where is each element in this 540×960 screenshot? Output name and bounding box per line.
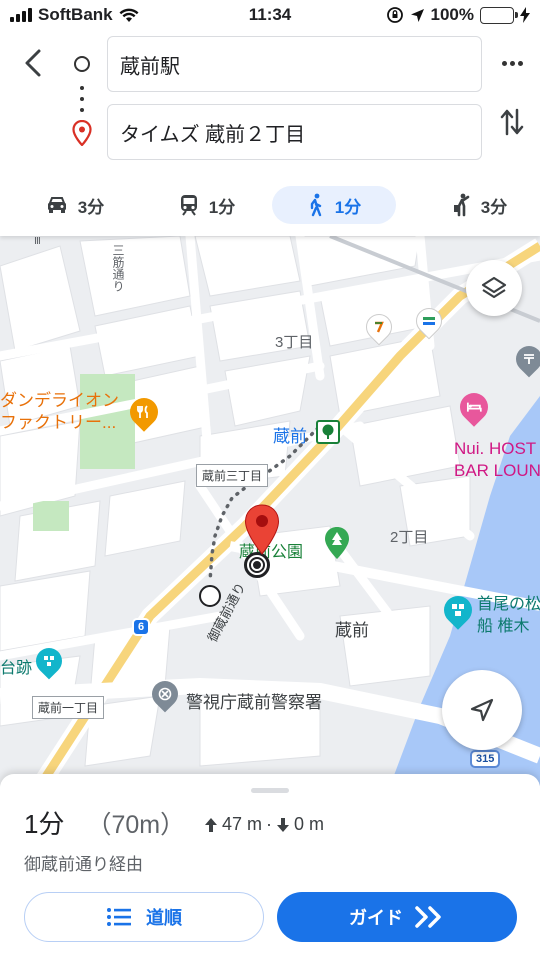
my-location-button[interactable] <box>442 670 522 750</box>
route-distance: （70m） <box>86 811 186 839</box>
bed-icon <box>466 403 482 412</box>
guide-button-label: ガイド <box>349 908 403 928</box>
attraction-icon <box>452 604 464 616</box>
travel-modes: 3分 1分 1分 3分 <box>0 182 540 228</box>
swap-button[interactable] <box>494 102 530 142</box>
mode-walk[interactable]: 1分 <box>272 186 396 224</box>
battery-percent: 100% <box>430 5 474 24</box>
seven-eleven-icon <box>373 321 385 333</box>
route-315-shield: 315 <box>470 750 501 768</box>
mode-walk-label: 1分 <box>334 197 362 217</box>
orientation-lock-icon <box>386 7 403 23</box>
label-dandelion: ダンデライオン ファクトリー... <box>0 390 119 434</box>
label-kuramae-sanchome: 蔵前三丁目 <box>196 464 269 487</box>
guide-button[interactable]: ガイド <box>277 892 517 942</box>
route-summary-sheet[interactable]: 1分 （70m） 47 m · 0 m 御蔵前通り経由 道順 ガイド <box>0 774 540 960</box>
layers-button[interactable] <box>466 260 522 316</box>
steps-button[interactable]: 道順 <box>24 892 264 942</box>
label-nui-hostel: Nui. HOST BAR LOUN <box>454 438 540 482</box>
layers-icon <box>481 276 507 299</box>
elevation-up: 47 m <box>222 814 263 834</box>
mode-transit[interactable]: 1分 <box>152 186 262 224</box>
back-button[interactable] <box>16 46 50 80</box>
location-arrow-icon <box>410 8 424 22</box>
route-summary: 1分 （70m） <box>24 804 185 841</box>
post-office-icon <box>524 354 534 364</box>
origin-input[interactable]: 蔵前駅 <box>107 36 482 92</box>
label-2chome: 2丁目 <box>390 529 429 546</box>
origin-dot-icon <box>74 56 90 72</box>
landmark-icon <box>44 656 54 666</box>
status-bar: SoftBank 11:34 100% <box>0 0 540 30</box>
elevation-separator: · <box>266 814 273 834</box>
label-ruins: 台跡 <box>0 660 33 677</box>
route-dots-icon <box>80 86 84 112</box>
charging-icon <box>520 7 530 23</box>
route-duration: 1分 <box>24 809 65 839</box>
elevation-info: 47 m · 0 m <box>204 814 324 835</box>
arrow-up-icon <box>205 817 217 832</box>
mode-car-label: 3分 <box>77 197 105 217</box>
label-kuramae-station: 蔵前 <box>273 427 307 446</box>
more-options-button[interactable] <box>494 48 530 78</box>
status-right: 100% <box>386 5 530 25</box>
destination-marker-icon[interactable] <box>244 504 280 556</box>
label-kuramae-area: 蔵前 <box>335 621 369 640</box>
destination-input[interactable]: タイムズ 蔵前２丁目 <box>107 104 482 160</box>
route-via: 御蔵前通り経由 <box>24 855 143 874</box>
label-shubi-line2: 船 椎木 <box>477 618 530 635</box>
arrow-down-icon <box>277 817 290 832</box>
park-tree-icon <box>325 527 349 559</box>
steps-button-label: 道順 <box>146 908 182 928</box>
rideshare-icon <box>453 193 470 217</box>
subway-station-icon[interactable] <box>316 420 340 444</box>
elevation-down: 0 m <box>294 814 325 834</box>
walk-icon <box>310 193 321 217</box>
battery-icon <box>480 6 518 24</box>
directions-header: 蔵前駅 タイムズ 蔵前２丁目 3分 1分 1分 3分 <box>0 30 540 236</box>
map-view[interactable]: 3丁目 2丁目 三筋通り Ⅲ ダンデライオン ファクトリー... 蔵前 蔵前三丁… <box>0 236 540 786</box>
mode-rideshare-label: 3分 <box>480 197 508 217</box>
label-shubi: 首尾の松 船 椎木 <box>477 594 540 638</box>
origin-marker <box>199 585 221 607</box>
label-vertical-road-2: Ⅲ <box>32 236 43 247</box>
label-shubi-line1: 首尾の松 <box>477 596 540 613</box>
navigation-arrow-icon <box>470 698 494 722</box>
mode-rideshare[interactable]: 3分 <box>424 186 534 224</box>
label-kuramae-itchome: 蔵前一丁目 <box>32 696 105 719</box>
label-police-station: 警視庁蔵前警察署 <box>186 693 322 712</box>
mode-car[interactable]: 3分 <box>20 186 130 224</box>
double-chevron-icon <box>415 906 441 928</box>
shop-logo-icon <box>423 317 435 325</box>
route-6-shield: 6 <box>132 618 151 636</box>
back-arrow-icon <box>25 49 41 77</box>
station-tree-icon <box>322 424 334 439</box>
label-nui-line2: BAR LOUN <box>454 461 540 480</box>
label-dandelion-line1: ダンデライオン <box>0 391 119 410</box>
swap-arrows-icon <box>500 108 524 136</box>
list-icon <box>107 908 131 926</box>
label-3chome: 3丁目 <box>275 334 314 351</box>
label-vertical-road: 三筋通り <box>111 244 125 292</box>
fork-knife-icon <box>137 405 148 418</box>
sheet-drag-handle[interactable] <box>251 788 289 793</box>
destination-pin-icon <box>72 120 92 146</box>
label-dandelion-line2: ファクトリー... <box>0 413 117 432</box>
police-icon <box>158 687 172 701</box>
train-icon <box>180 195 197 216</box>
car-icon <box>47 197 66 213</box>
mode-transit-label: 1分 <box>208 197 236 217</box>
label-nui-line1: Nui. HOST <box>454 439 537 458</box>
